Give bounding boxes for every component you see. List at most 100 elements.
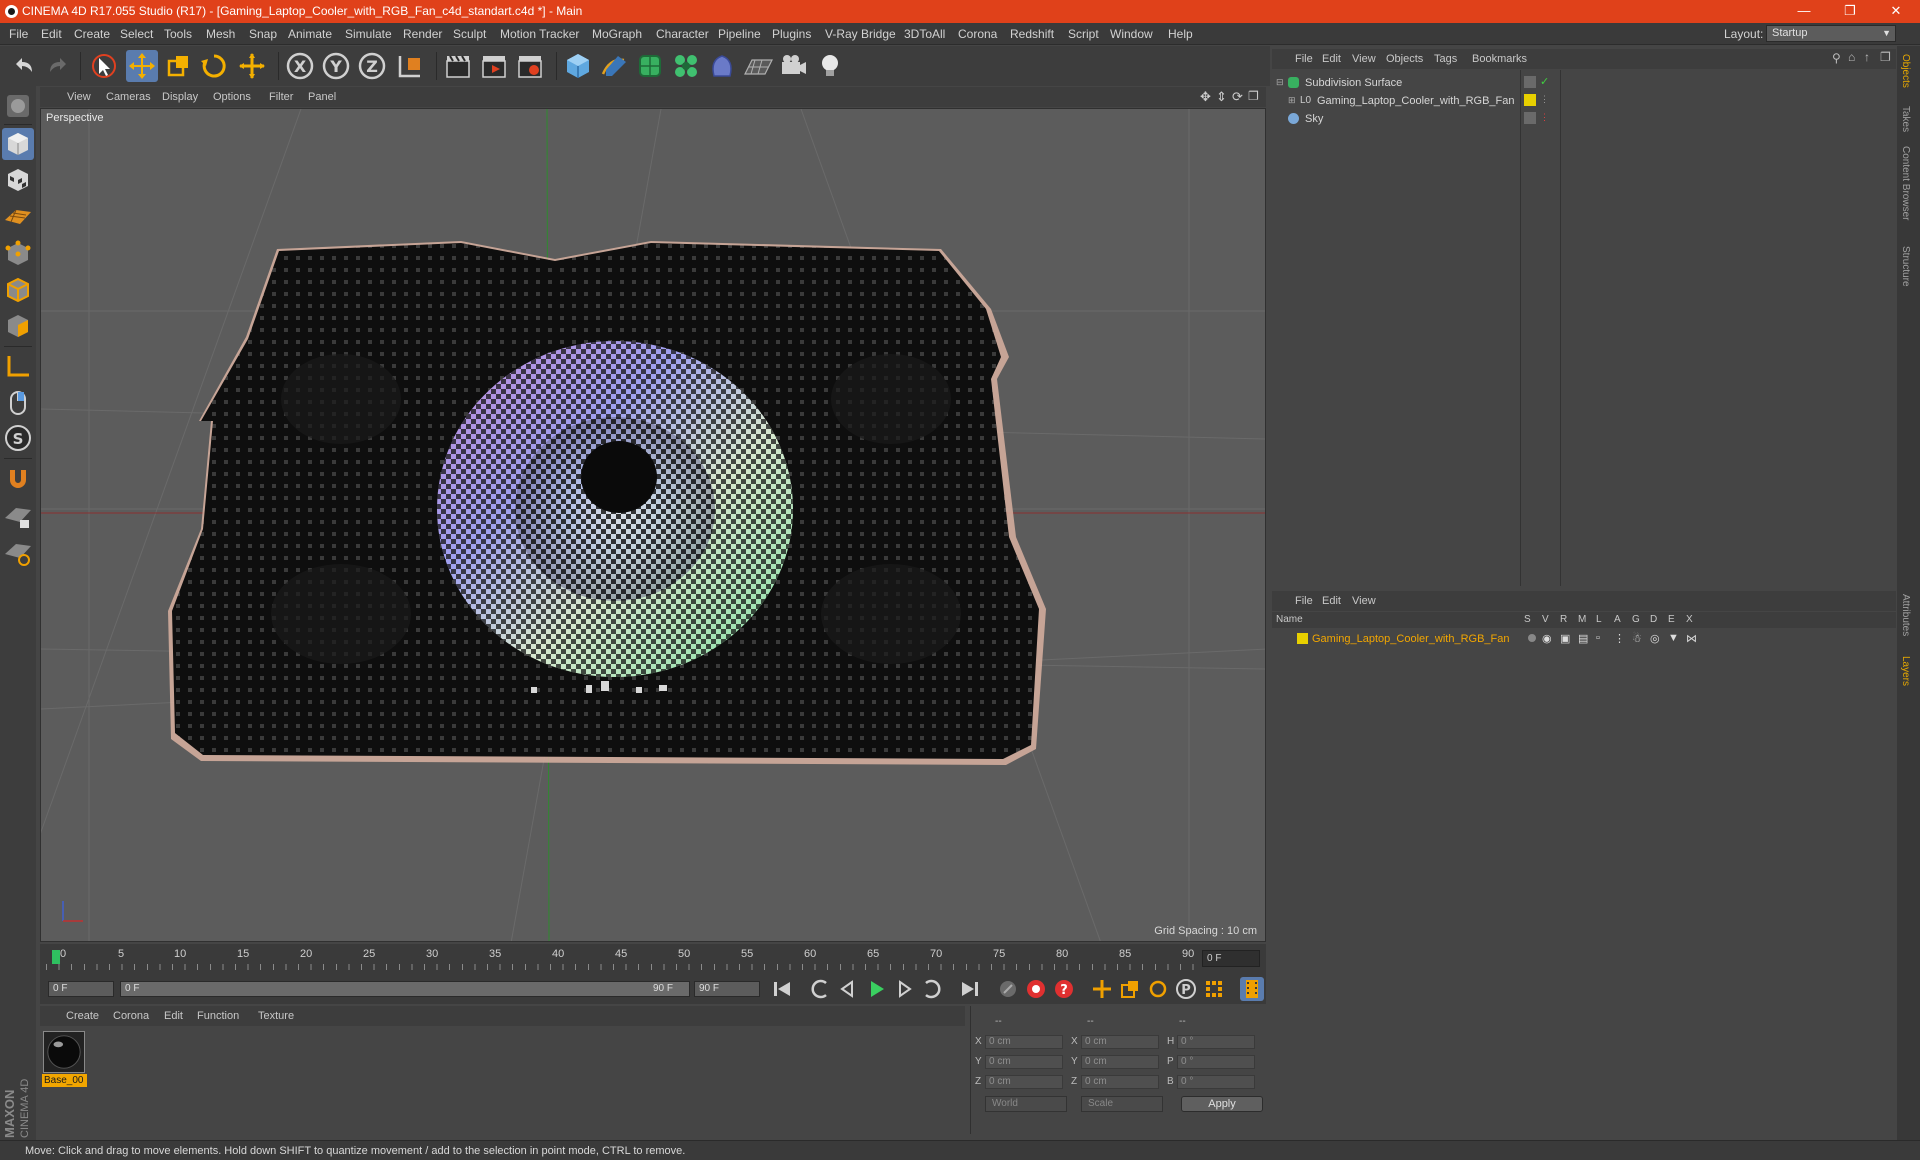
expand-icon[interactable]: ⊞: [1288, 95, 1296, 106]
material-menu-function[interactable]: Function: [197, 1010, 239, 1022]
material-menu-texture[interactable]: Texture: [258, 1010, 294, 1022]
menu-mesh[interactable]: Mesh: [206, 27, 235, 41]
render-to-picture-viewer-button[interactable]: [478, 50, 510, 82]
tab-layers[interactable]: Layers: [1900, 656, 1911, 686]
menu-mograph[interactable]: MoGraph: [592, 27, 642, 41]
snap-settings-button[interactable]: S: [2, 422, 34, 454]
redo-button[interactable]: [42, 50, 74, 82]
menu-sculpt[interactable]: Sculpt: [453, 27, 486, 41]
axis-mode-button[interactable]: [2, 350, 34, 382]
menu-create[interactable]: Create: [74, 27, 110, 41]
go-to-start-button[interactable]: [770, 977, 794, 1001]
scale-tool-button[interactable]: [162, 50, 194, 82]
restore-button[interactable]: ❐: [1827, 0, 1873, 23]
move-tool-button[interactable]: [126, 50, 158, 82]
object-row[interactable]: ⊞ L0 Gaming_Laptop_Cooler_with_RGB_Fan ⋮: [1272, 92, 1896, 110]
layout-dropdown[interactable]: Startup ▼: [1766, 25, 1896, 42]
render-view-button[interactable]: [442, 50, 474, 82]
x-axis-lock-button[interactable]: X: [284, 50, 316, 82]
viewport-maximize-icon[interactable]: ❐: [1248, 89, 1259, 103]
new-view-icon[interactable]: ❐: [1880, 50, 1891, 64]
locked-workplane-button[interactable]: [2, 500, 34, 532]
object-row[interactable]: Sky ⋮: [1272, 110, 1896, 128]
tab-content-browser[interactable]: Content Browser: [1900, 146, 1911, 220]
current-frame-field[interactable]: 0 F: [1202, 950, 1260, 967]
key-position-button[interactable]: [1090, 977, 1114, 1001]
objects-menu-file[interactable]: File: [1295, 53, 1313, 65]
column-render[interactable]: R: [1560, 614, 1567, 625]
menu-snap[interactable]: Snap: [249, 27, 277, 41]
solo-icon[interactable]: [1528, 634, 1536, 642]
menu-animate[interactable]: Animate: [288, 27, 332, 41]
rotation-b-field[interactable]: 0 °: [1177, 1075, 1255, 1089]
layer-swatch-icon[interactable]: [1524, 76, 1536, 88]
tab-objects[interactable]: Objects: [1900, 54, 1911, 88]
menu-character[interactable]: Character: [656, 27, 709, 41]
layers-menu-edit[interactable]: Edit: [1322, 595, 1341, 607]
menu-pipeline[interactable]: Pipeline: [718, 27, 761, 41]
size-z-field[interactable]: 0 cm: [1081, 1075, 1159, 1089]
objects-menu-objects[interactable]: Objects: [1386, 53, 1423, 65]
deformer-button[interactable]: [706, 50, 738, 82]
coordinate-mode-dropdown[interactable]: World: [985, 1096, 1067, 1112]
viewport-menu-view[interactable]: View: [67, 91, 91, 103]
deformer-icon[interactable]: ◎: [1650, 632, 1660, 645]
record-keys-button[interactable]: [996, 977, 1020, 1001]
xref-icon[interactable]: ⋈: [1686, 632, 1697, 645]
edit-render-settings-button[interactable]: [514, 50, 546, 82]
object-name[interactable]: Subdivision Surface: [1305, 77, 1402, 89]
manager-icon[interactable]: ▤: [1578, 632, 1588, 645]
key-parameter-button[interactable]: P: [1174, 977, 1198, 1001]
size-x-field[interactable]: 0 cm: [1081, 1035, 1159, 1049]
material-name-label[interactable]: Base_00: [42, 1074, 87, 1087]
viewport-zoom-icon[interactable]: ⇕: [1216, 89, 1227, 105]
previous-key-button[interactable]: [808, 977, 832, 1001]
subdivision-surface-button[interactable]: [634, 50, 666, 82]
rotate-tool-button[interactable]: [198, 50, 230, 82]
menu-corona[interactable]: Corona: [958, 27, 997, 41]
key-scale-button[interactable]: [1118, 977, 1142, 1001]
column-name[interactable]: Name: [1276, 614, 1303, 625]
rotation-h-field[interactable]: 0 °: [1177, 1035, 1255, 1049]
key-pla-button[interactable]: [1202, 977, 1226, 1001]
viewport-pan-icon[interactable]: ✥: [1200, 89, 1211, 105]
z-axis-lock-button[interactable]: Z: [356, 50, 388, 82]
layer-color-swatch[interactable]: [1524, 94, 1536, 106]
menu-help[interactable]: Help: [1168, 27, 1193, 41]
floor-button[interactable]: [742, 50, 774, 82]
3d-viewport[interactable]: Perspective Grid Spacing : 10 cm: [40, 108, 1266, 942]
polygons-mode-button[interactable]: [2, 310, 34, 342]
column-manager[interactable]: M: [1578, 614, 1586, 625]
size-y-field[interactable]: 0 cm: [1081, 1055, 1159, 1069]
keyframe-selection-button[interactable]: ?: [1052, 977, 1076, 1001]
light-button[interactable]: [814, 50, 846, 82]
objects-menu-bookmarks[interactable]: Bookmarks: [1472, 53, 1527, 65]
collapse-icon[interactable]: ⊟: [1276, 77, 1284, 88]
objects-menu-tags[interactable]: Tags: [1434, 53, 1457, 65]
rotation-p-field[interactable]: 0 °: [1177, 1055, 1255, 1069]
recent-tools-button[interactable]: [236, 50, 268, 82]
menu-tools[interactable]: Tools: [164, 27, 192, 41]
column-solo[interactable]: S: [1524, 614, 1531, 625]
y-axis-lock-button[interactable]: Y: [320, 50, 352, 82]
start-frame-field[interactable]: 0 F: [48, 981, 114, 997]
material-thumbnail[interactable]: [43, 1031, 85, 1073]
timeline-ticks[interactable]: 0 5 10 15 20 25 30 35 40 45 50 55 60 65 …: [46, 948, 1201, 970]
objects-menu-view[interactable]: View: [1352, 53, 1376, 65]
texture-mode-button[interactable]: [2, 164, 34, 196]
menu-window[interactable]: Window: [1110, 27, 1153, 41]
column-animation[interactable]: A: [1614, 614, 1621, 625]
animation-icon[interactable]: ⋮: [1614, 632, 1625, 645]
object-name[interactable]: Sky: [1305, 113, 1323, 125]
material-menu-corona[interactable]: Corona: [113, 1010, 149, 1022]
search-icon[interactable]: ⚲: [1832, 51, 1841, 65]
tab-attributes[interactable]: Attributes: [1900, 594, 1911, 636]
end-frame-field[interactable]: 90 F: [694, 981, 760, 997]
minimize-button[interactable]: —: [1781, 0, 1827, 23]
object-row[interactable]: ⊟ Subdivision Surface ✓: [1272, 74, 1896, 92]
next-key-button[interactable]: [920, 977, 944, 1001]
cloner-button[interactable]: [670, 50, 702, 82]
layer-name[interactable]: Gaming_Laptop_Cooler_with_RGB_Fan: [1312, 633, 1510, 645]
planar-workplane-button[interactable]: [2, 536, 34, 568]
model-mode-button[interactable]: [2, 128, 34, 160]
